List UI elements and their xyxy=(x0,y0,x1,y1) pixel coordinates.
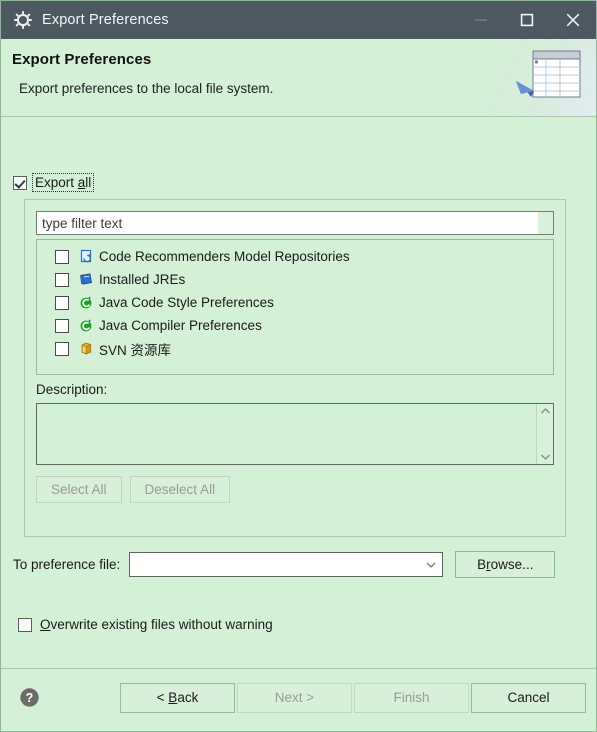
tree-item[interactable]: Java Code Style Preferences xyxy=(37,291,553,314)
export-preferences-dialog: Export Preferences Export Preferences Ex… xyxy=(0,0,597,732)
close-icon xyxy=(565,12,581,28)
browse-label-before: B xyxy=(477,557,487,572)
preference-file-row: To preference file: Browse... xyxy=(13,551,586,578)
minimize-icon xyxy=(474,13,488,27)
select-all-button[interactable]: Select All xyxy=(36,476,122,503)
description-label: Description: xyxy=(36,382,108,397)
tree-item[interactable]: Installed JREs xyxy=(37,268,553,291)
preferences-tree[interactable]: Code Recommenders Model Repositories Ins… xyxy=(36,239,554,375)
tree-item-checkbox[interactable] xyxy=(55,341,69,356)
minimize-button[interactable] xyxy=(458,1,504,39)
overwrite-checkbox-box[interactable] xyxy=(18,617,32,632)
back-label-after: ack xyxy=(177,690,199,705)
overwrite-checkbox[interactable]: Overwrite existing files without warning xyxy=(18,616,275,633)
window-controls xyxy=(458,1,596,39)
preferences-group: Code Recommenders Model Repositories Ins… xyxy=(24,199,566,537)
export-all-label-after: ll xyxy=(85,175,92,190)
maximize-button[interactable] xyxy=(504,1,550,39)
description-box[interactable] xyxy=(36,403,554,465)
page-subtitle: Export preferences to the local file sys… xyxy=(19,81,274,96)
selection-buttons: Select All Deselect All xyxy=(36,476,231,503)
browse-button[interactable]: Browse... xyxy=(455,551,556,578)
tree-item-label: Installed JREs xyxy=(99,272,186,287)
next-button[interactable]: Next > xyxy=(237,683,352,713)
back-label-mnemonic: B xyxy=(168,690,178,705)
cancel-button[interactable]: Cancel xyxy=(471,683,586,713)
code-recommenders-icon xyxy=(78,249,94,265)
export-all-checkbox[interactable]: Export all xyxy=(13,173,95,192)
tree-item[interactable]: Code Recommenders Model Repositories xyxy=(37,245,553,268)
maximize-icon xyxy=(520,13,534,27)
close-button[interactable] xyxy=(550,1,596,39)
tree-item-label: Java Code Style Preferences xyxy=(99,295,274,310)
description-scrollbar[interactable] xyxy=(536,404,553,464)
export-all-checkbox-box[interactable] xyxy=(13,175,27,190)
java-preferences-icon xyxy=(78,318,94,334)
tree-item[interactable]: Java Compiler Preferences xyxy=(37,314,553,337)
back-label-before: < xyxy=(156,690,169,705)
chevron-down-icon[interactable] xyxy=(420,553,442,576)
gear-icon xyxy=(13,10,33,30)
banner-graphic xyxy=(486,39,596,116)
deselect-all-button[interactable]: Deselect All xyxy=(129,476,231,503)
finish-button[interactable]: Finish xyxy=(354,683,469,713)
back-button[interactable]: < Back xyxy=(120,683,235,713)
tree-item-label: Code Recommenders Model Repositories xyxy=(99,249,350,264)
overwrite-label-after: verwrite existing files without warning xyxy=(50,617,273,632)
window-title: Export Preferences xyxy=(42,12,169,28)
preference-file-combo[interactable] xyxy=(129,552,444,577)
jre-book-icon xyxy=(78,272,94,288)
tree-item-label: SVN 资源库 xyxy=(99,342,172,358)
svg-text:?: ? xyxy=(26,691,34,705)
page-title: Export Preferences xyxy=(12,51,152,68)
svn-repository-icon xyxy=(78,341,94,357)
export-all-label-before: Export xyxy=(35,175,78,190)
scroll-down-icon[interactable] xyxy=(540,452,551,461)
wizard-navigation: < Back Next > Finish Cancel xyxy=(120,683,586,713)
tree-item-checkbox[interactable] xyxy=(55,295,69,310)
tree-item-label: Java Compiler Preferences xyxy=(99,318,262,333)
export-all-label: Export all xyxy=(31,173,95,192)
overwrite-label-mnemonic: O xyxy=(40,617,51,632)
preference-file-label: To preference file: xyxy=(13,557,121,572)
java-preferences-icon xyxy=(78,295,94,311)
tree-item[interactable]: SVN 资源库 xyxy=(37,337,553,360)
tree-item-checkbox[interactable] xyxy=(55,249,69,264)
title-bar: Export Preferences xyxy=(1,1,596,39)
tree-item-checkbox[interactable] xyxy=(55,318,69,333)
overwrite-label: Overwrite existing files without warning xyxy=(38,616,275,633)
scroll-up-icon[interactable] xyxy=(540,407,551,416)
browse-label-after: owse... xyxy=(490,557,534,572)
tree-item-checkbox[interactable] xyxy=(55,272,69,287)
dialog-banner: Export Preferences Export preferences to… xyxy=(1,39,596,117)
dialog-footer: ? < Back Next > Finish Cancel xyxy=(1,668,596,731)
help-icon[interactable]: ? xyxy=(19,687,40,708)
filter-input[interactable] xyxy=(36,211,554,235)
dialog-content: Export all Code Recommenders Model Re xyxy=(1,117,596,668)
